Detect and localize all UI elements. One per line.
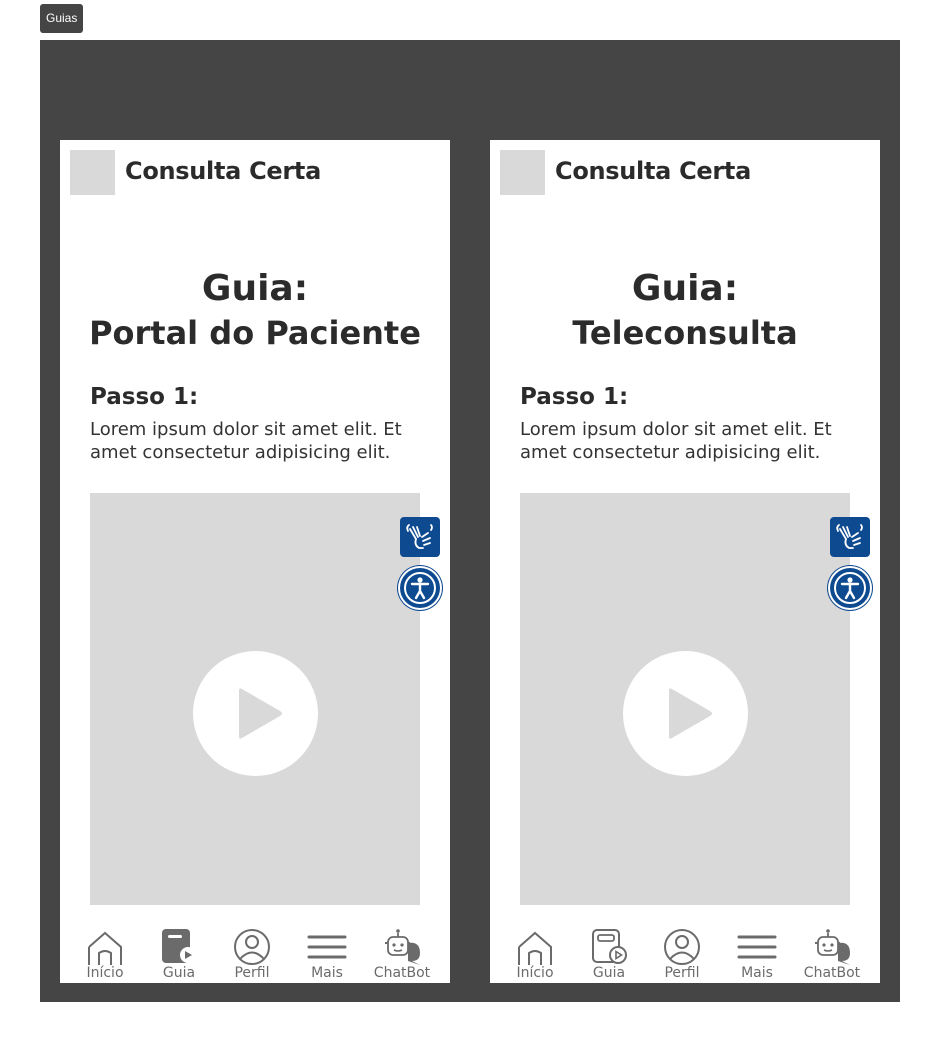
guide-icon (162, 929, 196, 963)
home-icon (518, 931, 552, 965)
app-name: Consulta Certa (555, 157, 752, 185)
nav-label-more: Mais (311, 965, 343, 981)
nav-item-guide[interactable]: Guia (574, 925, 644, 983)
frame-label: Guias (40, 4, 84, 33)
sign-language-icon (836, 524, 863, 549)
sign-language-button[interactable] (830, 517, 870, 557)
nav-item-chatbot[interactable]: ChatBot (797, 925, 867, 983)
app-logo-placeholder (70, 150, 115, 195)
bottom-navigation: Início Guia Perfil Mais ChatBot (60, 925, 450, 983)
home-icon (88, 931, 122, 965)
nav-label-home: Início (86, 965, 124, 981)
bottom-navigation: Início Guia Perfil Mais ChatBot (490, 925, 880, 983)
profile-icon (664, 929, 700, 965)
nav-label-chatbot: ChatBot (373, 965, 431, 981)
accessibility-button[interactable] (830, 568, 870, 608)
nav-item-profile[interactable]: Perfil (647, 925, 717, 983)
play-icon (239, 688, 282, 739)
play-icon (669, 688, 712, 739)
video-player[interactable] (520, 493, 850, 905)
phone-screen-portal: Consulta Certa Guia: Portal do Paciente … (60, 140, 450, 983)
guide-subtitle: Teleconsulta (572, 314, 798, 352)
guide-subtitle: Portal do Paciente (89, 314, 421, 352)
menu-icon (737, 935, 777, 959)
step-description: Lorem ipsum dolor sit amet elit. Et amet… (90, 419, 402, 463)
nav-item-guide[interactable]: Guia (144, 925, 214, 983)
nav-item-more[interactable]: Mais (722, 925, 792, 983)
nav-label-profile: Perfil (234, 965, 270, 981)
nav-label-profile: Perfil (664, 965, 700, 981)
nav-label-guide: Guia (162, 965, 196, 981)
menu-icon (307, 935, 347, 959)
step-description: Lorem ipsum dolor sit amet elit. Et amet… (520, 419, 832, 463)
nav-label-home: Início (516, 965, 554, 981)
chatbot-icon (385, 929, 420, 965)
app-name: Consulta Certa (125, 157, 322, 185)
chatbot-icon (815, 929, 850, 965)
accessibility-icon (404, 572, 436, 604)
nav-label-more: Mais (741, 965, 773, 981)
step-title: Passo 1: (520, 384, 629, 410)
profile-icon (234, 929, 270, 965)
nav-item-chatbot[interactable]: ChatBot (367, 925, 437, 983)
guide-title: Guia: (201, 268, 309, 309)
nav-label-guide: Guia (592, 965, 626, 981)
accessibility-button[interactable] (400, 568, 440, 608)
guide-icon (592, 929, 627, 964)
play-button[interactable] (623, 651, 748, 776)
nav-item-more[interactable]: Mais (292, 925, 362, 983)
nav-item-home[interactable]: Início (500, 925, 570, 983)
nav-item-home[interactable]: Início (70, 925, 140, 983)
guide-title: Guia: (631, 268, 739, 309)
phone-screen-teleconsulta: Consulta Certa Guia: Teleconsulta Passo … (490, 140, 880, 983)
step-title: Passo 1: (90, 384, 199, 410)
play-button[interactable] (193, 651, 318, 776)
nav-label-chatbot: ChatBot (803, 965, 861, 981)
accessibility-icon (834, 572, 866, 604)
video-player[interactable] (90, 493, 420, 905)
sign-language-button[interactable] (400, 517, 440, 557)
app-logo-placeholder (500, 150, 545, 195)
sign-language-icon (406, 524, 433, 549)
nav-item-profile[interactable]: Perfil (217, 925, 287, 983)
